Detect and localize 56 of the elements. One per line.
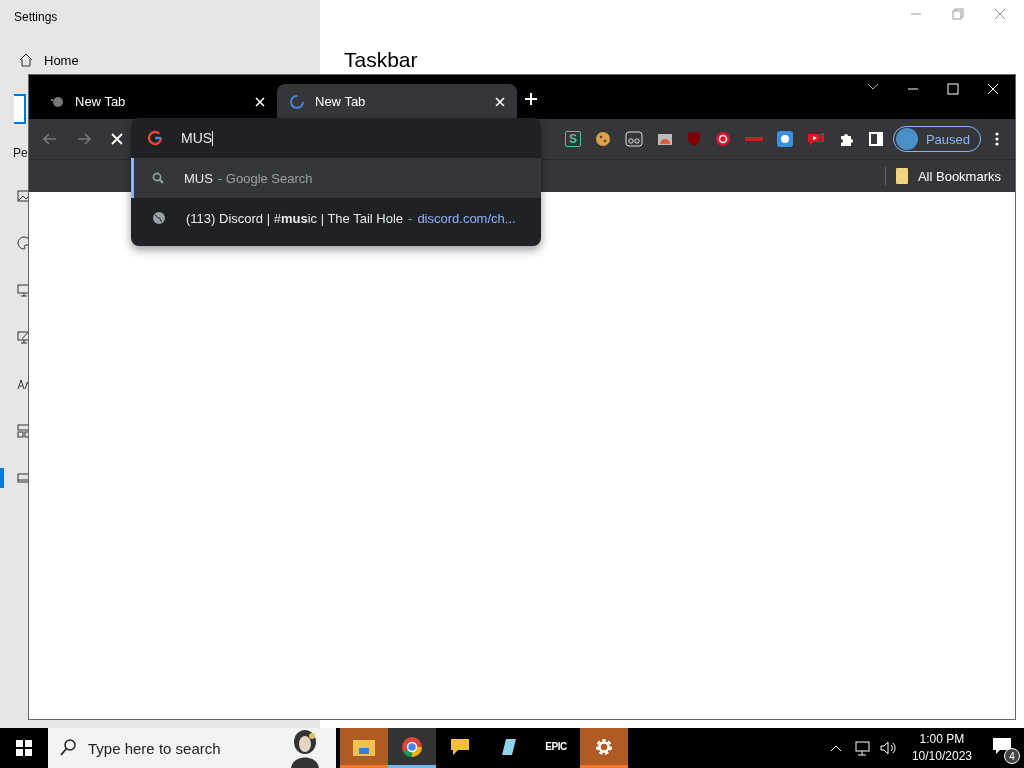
side-panel-icon[interactable] [868,132,883,146]
clock[interactable]: 1:00 PM 10/10/2023 [911,731,972,765]
suggestion-item[interactable]: (113) Discord | #music | The Tail Hole - discord.com/ch... [131,198,541,238]
speech-bubble-icon [449,736,471,757]
maximize-icon[interactable] [947,83,959,95]
square-icon[interactable] [776,131,793,147]
address-field[interactable]: MUS [181,130,213,146]
window-title: Settings [13,9,59,26]
browser-tab[interactable]: New Tab [37,84,277,119]
browser-icon [401,735,423,758]
google-icon [147,130,163,146]
browser-tab[interactable]: New Tab [277,84,517,119]
search-field[interactable] [14,94,26,124]
menu-icon[interactable] [995,132,999,146]
suggestion-item[interactable]: MUS - Google Search [131,158,541,198]
cookie-icon[interactable] [594,131,611,147]
eyes-icon[interactable] [624,131,643,147]
close-tab-icon[interactable] [495,96,505,107]
play-icon[interactable] [806,131,825,147]
windows-start-icon[interactable] [16,740,32,756]
circle-icon[interactable] [714,131,731,147]
gear-icon [594,736,614,757]
bookmark-item[interactable]: All Bookmarks [895,168,1001,184]
suggestion-text: (113) Discord | #music | The Tail Hole [186,210,404,226]
suggestion-url: discord.com/ch... [417,210,516,226]
speaker-icon[interactable] [879,740,898,756]
notification-badge: 4 [1004,748,1020,764]
app-logo: EPIC [545,741,567,752]
suggestion-hint: - Google Search [217,170,313,186]
suggestion-hint: - [408,210,413,226]
figure-drawing [288,728,322,768]
folder-icon [895,168,908,184]
search-field[interactable]: Type here to search [48,728,336,768]
gallery-icon[interactable] [656,132,673,146]
chevron-down-icon[interactable] [867,83,879,91]
new-tab-icon[interactable] [525,93,537,105]
nav-item[interactable]: Home [44,52,79,68]
page-heading: Taskbar [343,47,419,72]
home-icon[interactable] [18,52,34,68]
globe-icon [152,211,166,225]
avatar-icon [895,128,918,150]
section-label: Pe [13,146,28,160]
taskbar-app-button[interactable] [388,728,436,768]
chevron-up-icon[interactable] [829,744,842,752]
suggestion-text: MUS [184,170,213,186]
forward-icon[interactable] [77,133,91,145]
close-tab-icon[interactable] [255,96,265,107]
folder-icon [353,737,375,756]
spinner-icon [289,93,305,110]
search-icon [60,739,76,757]
taskbar-app-button[interactable]: EPIC [532,728,580,768]
search-icon [152,172,164,184]
back-icon[interactable] [43,133,57,145]
puzzle-icon[interactable] [838,131,855,147]
stop-icon[interactable] [111,133,123,145]
extension-icon[interactable]: S [564,131,581,147]
